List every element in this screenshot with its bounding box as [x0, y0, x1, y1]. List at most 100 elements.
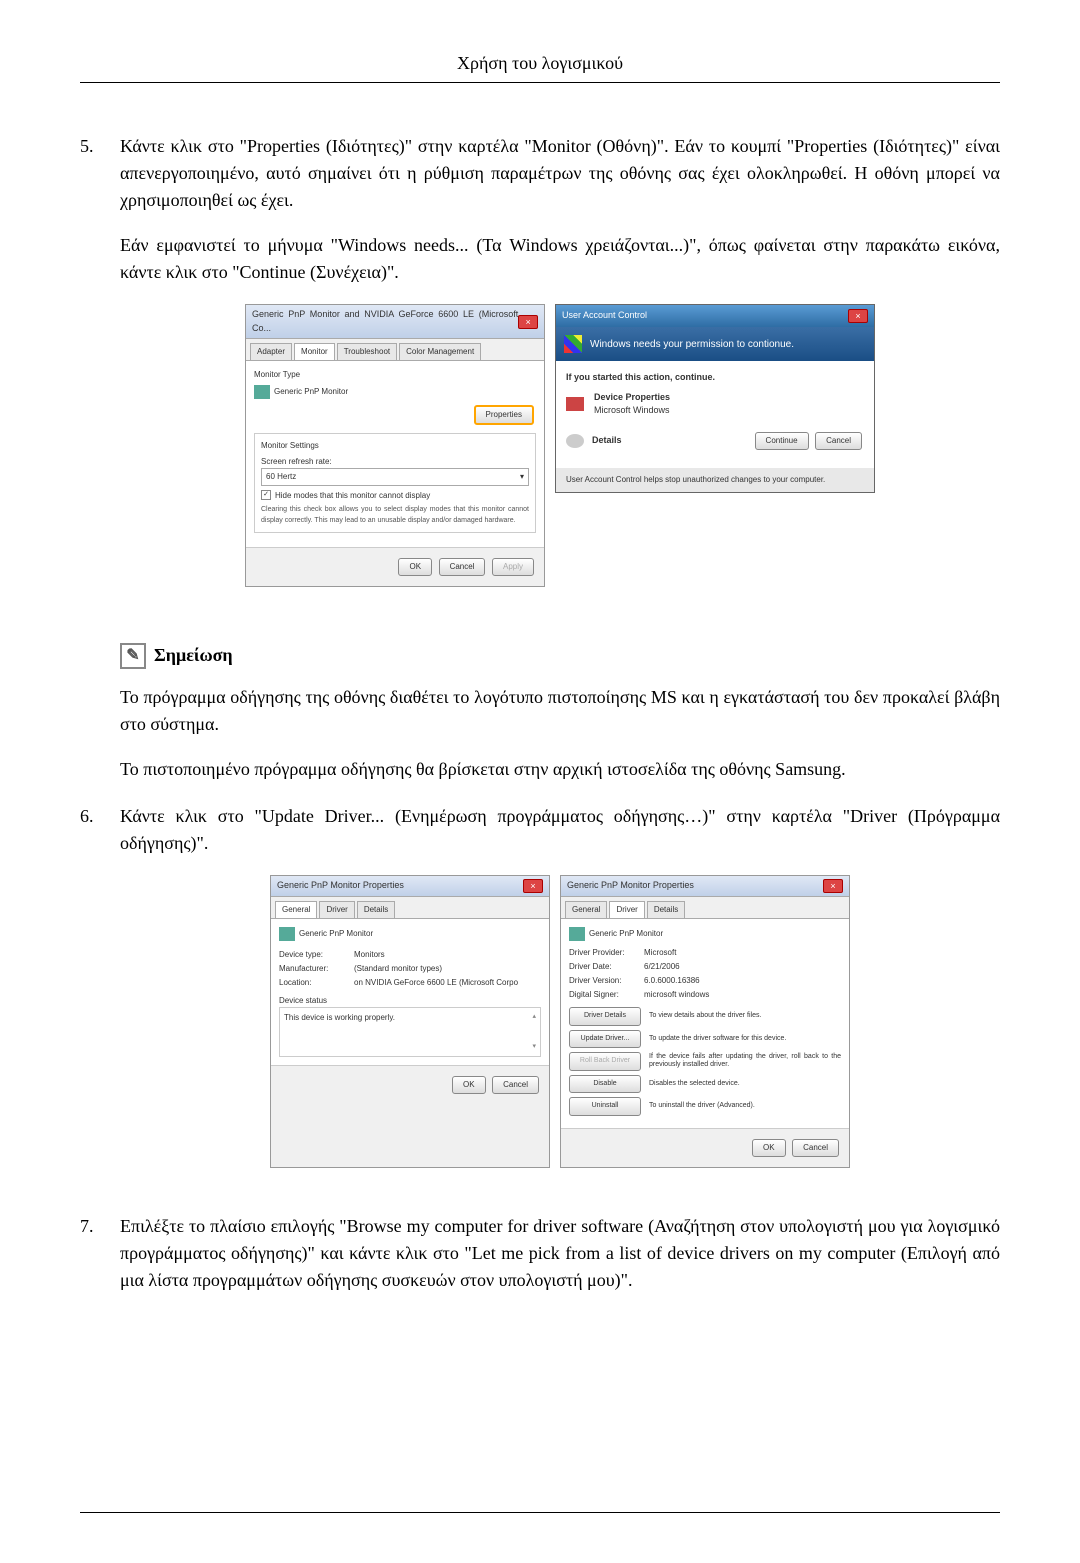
- step-content: Κάντε κλικ στο "Properties (Ιδιότητες)" …: [120, 133, 1000, 612]
- note-icon: ✎: [120, 643, 146, 669]
- properties-driver-dialog: Generic PnP Monitor Properties × General…: [560, 875, 850, 1168]
- scroll-up-icon[interactable]: ▴: [532, 1012, 536, 1023]
- tab-troubleshoot[interactable]: Troubleshoot: [337, 343, 397, 360]
- monitor-icon: [569, 927, 585, 941]
- hide-modes-checkbox[interactable]: ✓: [261, 490, 271, 500]
- hide-modes-desc: Clearing this check box allows you to se…: [261, 505, 529, 526]
- update-driver-desc: To update the driver software for this d…: [649, 1035, 786, 1043]
- note-section: ✎ Σημείωση Το πρόγραμμα οδήγησης της οθό…: [120, 642, 1000, 783]
- properties-button[interactable]: Properties: [474, 405, 534, 425]
- monitor-type-label: Monitor Type: [254, 369, 536, 381]
- step-content: Επιλέξτε το πλαίσιο επιλογής "Browse my …: [120, 1213, 1000, 1312]
- manufacturer: (Standard monitor types): [354, 963, 442, 975]
- dialog-body: Generic PnP Monitor Driver Provider:Micr…: [561, 919, 849, 1128]
- tab-details[interactable]: Details: [357, 901, 395, 918]
- details-link[interactable]: Details: [592, 434, 622, 448]
- provider-label: Driver Provider:: [569, 947, 644, 959]
- dialog-body: Generic PnP Monitor Device type:Monitors…: [271, 919, 549, 1065]
- status-box: This device is working properly. ▴ ▾: [279, 1007, 541, 1057]
- rollback-button[interactable]: Roll Back Driver: [569, 1052, 641, 1071]
- screenshots-step5: Generic PnP Monitor and NVIDIA GeForce 6…: [120, 304, 1000, 587]
- cancel-button[interactable]: Cancel: [792, 1139, 839, 1157]
- tabs: General Driver Details: [561, 897, 849, 919]
- page-header: Χρήση του λογισμικού: [80, 50, 1000, 83]
- apply-button[interactable]: Apply: [492, 558, 534, 576]
- date: 6/21/2006: [644, 961, 680, 973]
- monitor-icon: [279, 927, 295, 941]
- driver-details-button[interactable]: Driver Details: [569, 1007, 641, 1026]
- cancel-button[interactable]: Cancel: [815, 432, 862, 450]
- tabs: General Driver Details: [271, 897, 549, 919]
- window-title: Generic PnP Monitor and NVIDIA GeForce 6…: [252, 308, 518, 335]
- page-footer: [80, 1512, 1000, 1513]
- hide-modes-label: Hide modes that this monitor cannot disp…: [275, 490, 430, 502]
- window-title: Generic PnP Monitor Properties: [277, 879, 404, 893]
- step-number: 5.: [80, 133, 120, 612]
- tab-general[interactable]: General: [565, 901, 607, 918]
- close-icon[interactable]: ×: [823, 879, 843, 893]
- version-label: Driver Version:: [569, 975, 644, 987]
- para: Κάντε κλικ στο "Update Driver... (Ενημέρ…: [120, 803, 1000, 857]
- para: Εάν εμφανιστεί το μήνυμα "Windows needs.…: [120, 232, 1000, 286]
- status-text: This device is working properly.: [284, 1012, 395, 1052]
- refresh-label: Screen refresh rate:: [261, 456, 529, 468]
- uac-title: User Account Control: [562, 309, 647, 323]
- uninstall-button[interactable]: Uninstall: [569, 1097, 641, 1116]
- tab-driver[interactable]: Driver: [609, 901, 644, 918]
- scroll-down-icon[interactable]: ▾: [532, 1042, 536, 1053]
- step-7: 7. Επιλέξτε το πλαίσιο επιλογής "Browse …: [80, 1213, 1000, 1312]
- provider: Microsoft: [644, 947, 676, 959]
- cancel-button[interactable]: Cancel: [492, 1076, 539, 1094]
- screenshots-step6: Generic PnP Monitor Properties × General…: [120, 875, 1000, 1168]
- device-type: Monitors: [354, 949, 385, 961]
- manufacturer-label: Manufacturer:: [279, 963, 354, 975]
- continue-button[interactable]: Continue: [755, 432, 809, 450]
- step-number: 6.: [80, 803, 120, 1193]
- update-driver-button[interactable]: Update Driver...: [569, 1030, 641, 1049]
- para: Κάντε κλικ στο "Properties (Ιδιότητες)" …: [120, 133, 1000, 214]
- uac-banner-text: Windows needs your permission to contion…: [590, 337, 794, 352]
- tab-general[interactable]: General: [275, 901, 317, 918]
- note-header: ✎ Σημείωση: [120, 642, 1000, 669]
- tab-details[interactable]: Details: [647, 901, 685, 918]
- disable-button[interactable]: Disable: [569, 1075, 641, 1094]
- dialog-body: Monitor Type Generic PnP Monitor Propert…: [246, 361, 544, 547]
- uac-body: If you started this action, continue. De…: [556, 361, 874, 468]
- location: on NVIDIA GeForce 6600 LE (Microsoft Cor…: [354, 977, 518, 989]
- titlebar: Generic PnP Monitor and NVIDIA GeForce 6…: [246, 305, 544, 339]
- tab-color[interactable]: Color Management: [399, 343, 481, 360]
- tab-driver[interactable]: Driver: [319, 901, 354, 918]
- refresh-value: 60 Hertz: [266, 471, 296, 483]
- monitor-icon: [254, 385, 270, 399]
- shield-icon: [564, 335, 582, 353]
- driver-details-desc: To view details about the driver files.: [649, 1012, 761, 1020]
- note-para: Το πιστοποιημένο πρόγραμμα οδήγησης θα β…: [120, 756, 1000, 783]
- tab-monitor[interactable]: Monitor: [294, 343, 335, 360]
- date-label: Driver Date:: [569, 961, 644, 973]
- close-icon[interactable]: ×: [848, 309, 868, 323]
- details-icon: [566, 434, 584, 448]
- close-icon[interactable]: ×: [518, 315, 538, 329]
- uac-titlebar: User Account Control ×: [556, 305, 874, 327]
- refresh-select[interactable]: 60 Hertz ▾: [261, 468, 529, 486]
- ok-button[interactable]: OK: [398, 558, 432, 576]
- signer-label: Digital Signer:: [569, 989, 644, 1001]
- version: 6.0.6000.16386: [644, 975, 700, 987]
- uac-started: If you started this action, continue.: [566, 371, 864, 385]
- titlebar: Generic PnP Monitor Properties ×: [271, 876, 549, 897]
- close-icon[interactable]: ×: [523, 879, 543, 893]
- dialog-buttons: OK Cancel: [561, 1128, 849, 1167]
- cancel-button[interactable]: Cancel: [439, 558, 486, 576]
- device-name: Generic PnP Monitor: [299, 928, 373, 940]
- program-name: Device Properties: [594, 391, 670, 405]
- ok-button[interactable]: OK: [752, 1139, 786, 1157]
- status-label: Device status: [279, 995, 541, 1007]
- monitor-name: Generic PnP Monitor: [274, 386, 348, 398]
- settings-label: Monitor Settings: [261, 440, 529, 452]
- monitor-settings-group: Monitor Settings Screen refresh rate: 60…: [254, 433, 536, 533]
- para: Επιλέξτε το πλαίσιο επιλογής "Browse my …: [120, 1213, 1000, 1294]
- step-content: Κάντε κλικ στο "Update Driver... (Ενημέρ…: [120, 803, 1000, 1193]
- tab-adapter[interactable]: Adapter: [250, 343, 292, 360]
- note-para: Το πρόγραμμα οδήγησης της οθόνης διαθέτε…: [120, 684, 1000, 738]
- ok-button[interactable]: OK: [452, 1076, 486, 1094]
